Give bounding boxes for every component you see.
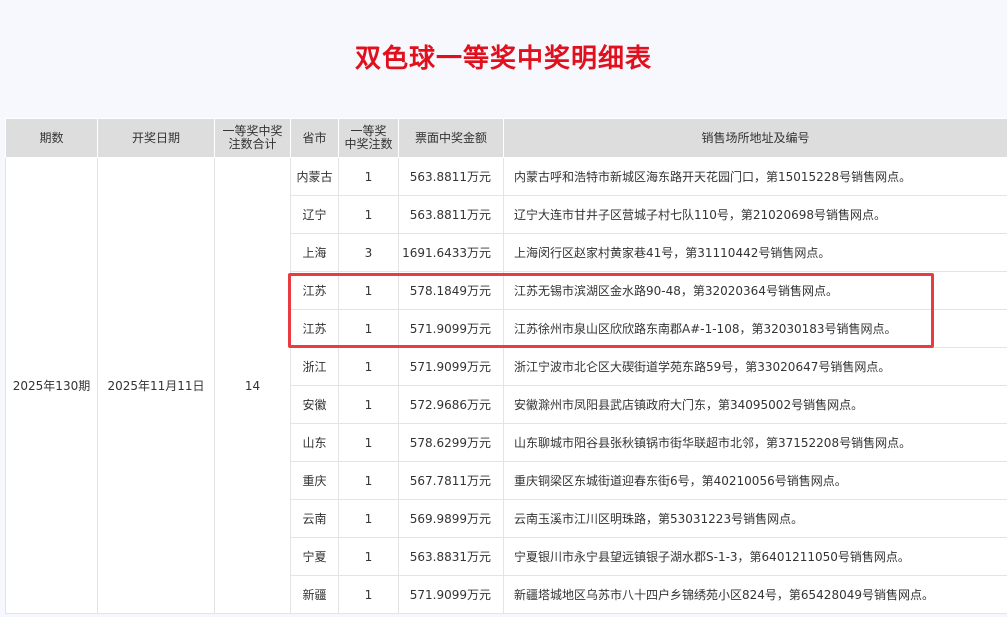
- header-date: 开奖日期: [97, 118, 215, 158]
- count-cell: 1: [338, 195, 399, 234]
- province-cell: 安徽: [290, 385, 339, 424]
- amount-cell: 563.8811万元: [398, 195, 504, 234]
- address-cell: 浙江宁波市北仑区大碶街道学苑东路59号，第33020647号销售网点。: [503, 347, 1007, 386]
- province-cell: 新疆: [290, 575, 339, 614]
- province-cell: 江苏: [290, 271, 339, 310]
- amount-cell: 578.1849万元: [398, 271, 504, 310]
- amount-cell: 571.9099万元: [398, 309, 504, 348]
- page-title: 双色球一等奖中奖明细表: [354, 44, 652, 74]
- count-cell: 1: [338, 461, 399, 500]
- amount-cell: 572.9686万元: [398, 385, 504, 424]
- count-cell: 1: [338, 385, 399, 424]
- province-cell: 辽宁: [290, 195, 339, 234]
- province-cell: 宁夏: [290, 537, 339, 576]
- count-cell: 1: [338, 537, 399, 576]
- header-total-line2: 注数合计: [228, 137, 277, 151]
- header-count-line1: 一等奖: [350, 124, 387, 138]
- header-address: 销售场所地址及编号: [503, 118, 1007, 158]
- count-cell: 1: [338, 347, 399, 386]
- count-cell: 1: [338, 157, 399, 196]
- province-cell: 浙江: [290, 347, 339, 386]
- amount-cell: 569.9899万元: [398, 499, 504, 538]
- amount-cell: 1691.6433万元: [398, 233, 504, 272]
- count-cell: 1: [338, 423, 399, 462]
- amount-cell: 563.8811万元: [398, 157, 504, 196]
- address-cell: 云南玉溪市江川区明珠路，第53031223号销售网点。: [503, 499, 1007, 538]
- address-cell: 内蒙古呼和浩特市新城区海东路开天花园门口，第15015228号销售网点。: [503, 157, 1007, 196]
- province-cell: 内蒙古: [290, 157, 339, 196]
- table-header-row: 期数 开奖日期 一等奖中奖 注数合计 省市 一等奖 中奖注数 票面中奖金额 销售…: [5, 118, 1007, 158]
- amount-cell: 571.9099万元: [398, 575, 504, 614]
- address-cell: 山东聊城市阳谷县张秋镇锅市街华联超市北邻，第37152208号销售网点。: [503, 423, 1007, 462]
- winners-table: 期数 开奖日期 一等奖中奖 注数合计 省市 一等奖 中奖注数 票面中奖金额 销售…: [5, 118, 1007, 614]
- amount-cell: 563.8831万元: [398, 537, 504, 576]
- address-cell: 江苏无锡市滨湖区金水路90-48，第32020364号销售网点。: [503, 271, 1007, 310]
- header-amount: 票面中奖金额: [398, 118, 504, 158]
- header-total: 一等奖中奖 注数合计: [214, 118, 291, 158]
- date-cell: 2025年11月11日: [97, 157, 215, 614]
- issue-cell: 2025年130期: [5, 157, 98, 614]
- address-cell: 上海闵行区赵家村黄家巷41号，第31110442号销售网点。: [503, 233, 1007, 272]
- address-cell: 重庆铜梁区东城街道迎春东街6号，第40210056号销售网点。: [503, 461, 1007, 500]
- count-cell: 1: [338, 499, 399, 538]
- count-cell: 1: [338, 309, 399, 348]
- province-cell: 上海: [290, 233, 339, 272]
- amount-cell: 578.6299万元: [398, 423, 504, 462]
- address-cell: 辽宁大连市甘井子区营城子村七队110号，第21020698号销售网点。: [503, 195, 1007, 234]
- header-count-line2: 中奖注数: [344, 137, 393, 151]
- province-cell: 云南: [290, 499, 339, 538]
- table-row: 2025年130期 2025年11月11日 14 内蒙古 1 563.8811万…: [5, 157, 1007, 614]
- address-cell: 安徽滁州市凤阳县武店镇政府大门东，第34095002号销售网点。: [503, 385, 1007, 424]
- address-cell: 宁夏银川市永宁县望远镇银子湖水郡S-1-3，第6401211050号销售网点。: [503, 537, 1007, 576]
- address-cell: 江苏徐州市泉山区欣欣路东南郡A#-1-108，第32030183号销售网点。: [503, 309, 1007, 348]
- count-cell: 3: [338, 233, 399, 272]
- amount-cell: 567.7811万元: [398, 461, 504, 500]
- count-cell: 1: [338, 575, 399, 614]
- header-issue: 期数: [5, 118, 98, 158]
- total-cell: 14: [214, 157, 291, 614]
- count-cell: 1: [338, 271, 399, 310]
- header-province: 省市: [290, 118, 339, 158]
- address-cell: 新疆塔城地区乌苏市八十四户乡锦绣苑小区824号，第65428049号销售网点。: [503, 575, 1007, 614]
- province-cell: 山东: [290, 423, 339, 462]
- province-cell: 江苏: [290, 309, 339, 348]
- header-total-line1: 一等奖中奖: [222, 124, 283, 138]
- amount-cell: 571.9099万元: [398, 347, 504, 386]
- header-count: 一等奖 中奖注数: [338, 118, 399, 158]
- province-cell: 重庆: [290, 461, 339, 500]
